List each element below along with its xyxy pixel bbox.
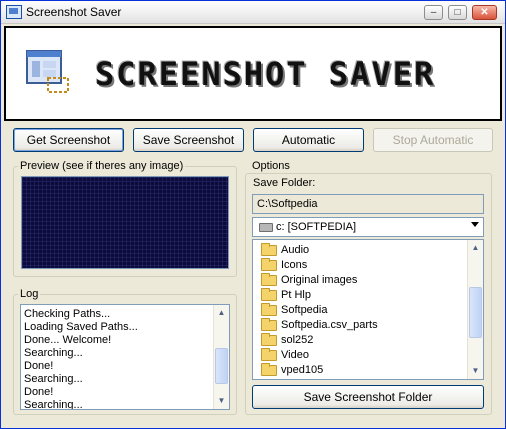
folder-item-label: Pt Hlp (281, 289, 311, 301)
folder-scroll-thumb[interactable] (469, 287, 482, 338)
save-folder-field: C:\Softpedia (252, 194, 484, 214)
log-line: Searching... (24, 347, 83, 359)
minimize-icon: – (430, 7, 437, 18)
stop-automatic-button[interactable]: Stop Automatic (373, 128, 493, 152)
folder-icon (261, 348, 277, 361)
folder-item-label: Audio (281, 244, 310, 256)
save-screenshot-folder-button[interactable]: Save Screenshot Folder (252, 385, 484, 409)
drive-select-value: c: [SOFTPEDIA] (276, 221, 357, 233)
chevron-down-icon (471, 222, 479, 227)
folder-icon (261, 258, 277, 271)
log-line: Done! (24, 386, 54, 398)
app-icon (6, 5, 22, 19)
close-button[interactable]: ✕ (472, 5, 497, 20)
folder-icon (261, 318, 277, 331)
folder-item-label: Icons (281, 259, 308, 271)
drive-icon (259, 223, 273, 232)
screenshot-window-icon (26, 50, 69, 93)
preview-image (21, 176, 229, 269)
folder-item-label: Video (281, 349, 309, 361)
folder-item-label: Softpedia (281, 304, 328, 316)
log-line: Done... Welcome! (24, 334, 112, 346)
folder-item-label: Original images (281, 274, 358, 286)
log-line: Done! (24, 360, 54, 372)
folder-icon (261, 333, 277, 346)
folder-item-label: Softpedia.csv_parts (281, 319, 378, 331)
options-label: Options (250, 160, 292, 172)
banner: SCREENSHOT SAVER (4, 26, 502, 121)
scroll-up-arrow-icon[interactable]: ▲ (214, 305, 229, 321)
maximize-icon: □ (454, 7, 461, 18)
automatic-button[interactable]: Automatic (253, 128, 364, 152)
minimize-button[interactable]: – (424, 5, 443, 20)
folder-icon (261, 363, 277, 376)
log-list[interactable]: Checking Paths... Loading Saved Paths...… (20, 304, 230, 410)
save-folder-label: Save Folder: (253, 177, 316, 189)
folder-icon (261, 273, 277, 286)
log-line: Checking Paths... (24, 308, 111, 320)
log-line: Searching... (24, 373, 83, 385)
app-window: Screenshot Saver – □ ✕ SCREENSHOT SAVER … (0, 0, 506, 429)
scroll-down-arrow-icon[interactable]: ▼ (468, 363, 483, 379)
close-icon: ✕ (480, 7, 489, 18)
folder-icon (261, 288, 277, 301)
window-title: Screenshot Saver (26, 5, 122, 19)
folder-item-label: sol252 (281, 334, 314, 346)
save-screenshot-button[interactable]: Save Screenshot (133, 128, 244, 152)
get-screenshot-button[interactable]: Get Screenshot (13, 128, 124, 152)
log-label: Log (18, 288, 41, 300)
scroll-down-arrow-icon[interactable]: ▼ (214, 393, 229, 409)
folder-icon (261, 303, 277, 316)
log-line: Loading Saved Paths... (24, 321, 138, 333)
drive-select[interactable]: c: [SOFTPEDIA] (252, 217, 484, 237)
banner-title: SCREENSHOT SAVER (95, 55, 436, 93)
title-bar[interactable]: Screenshot Saver – □ ✕ (1, 1, 505, 24)
folder-icon (261, 243, 277, 256)
log-scrollbar[interactable]: ▲ ▼ (213, 305, 229, 409)
log-scroll-thumb[interactable] (215, 348, 228, 384)
scroll-up-arrow-icon[interactable]: ▲ (468, 240, 483, 256)
folder-list[interactable]: Audio Icons Original images Pt Hlp Softp… (252, 239, 484, 380)
preview-label: Preview (see if theres any image) (18, 160, 186, 172)
log-line: Searching... (24, 399, 83, 410)
folder-item-label: vped105 (281, 364, 324, 376)
maximize-button[interactable]: □ (448, 5, 467, 20)
folder-scrollbar[interactable]: ▲ ▼ (467, 240, 483, 379)
